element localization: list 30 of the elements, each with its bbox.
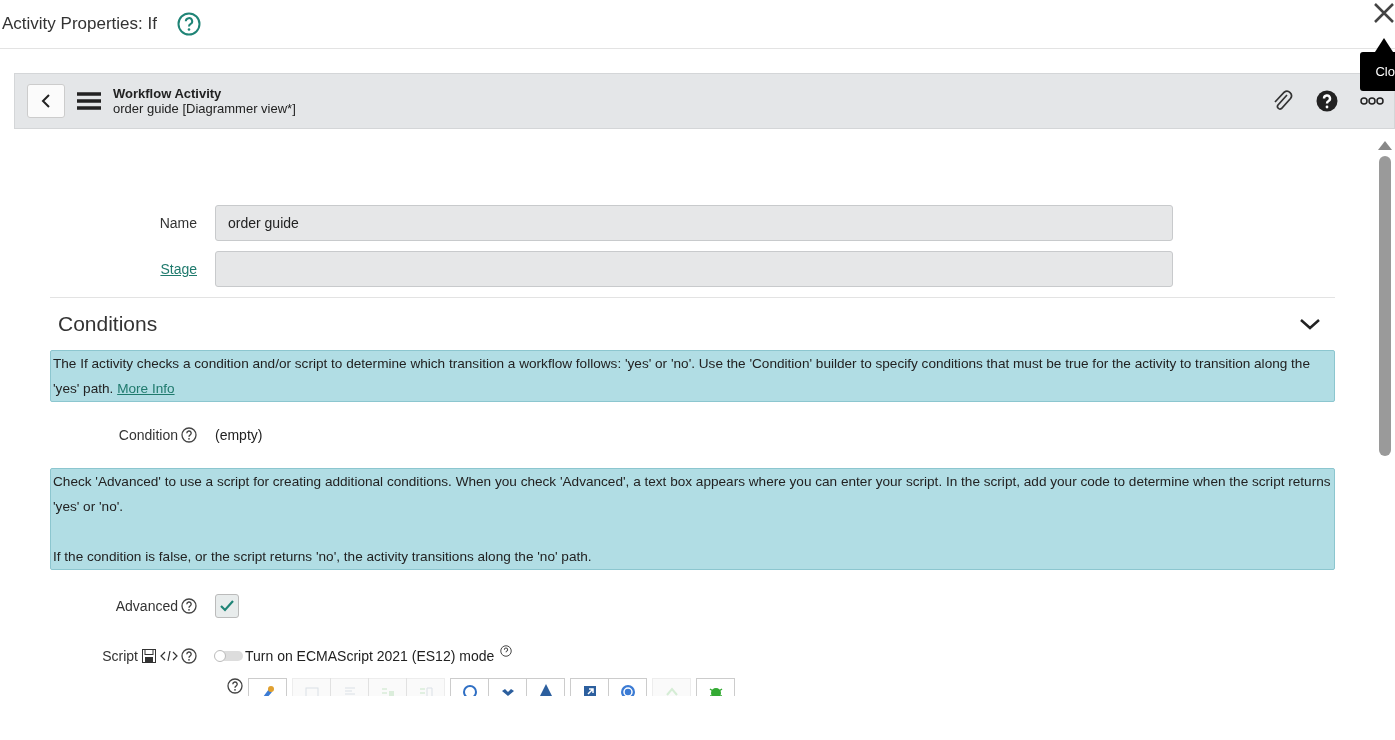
field-label: Condition — [118, 427, 178, 443]
code-icon[interactable] — [160, 651, 178, 661]
text-field[interactable] — [215, 251, 1173, 287]
record-subtitle: order guide [Diagrammer view*] — [113, 101, 297, 116]
info-message: The If activity checks a condition and/or script to determine which transition a workflow follows: 'yes' or 'no'. Use the 'Condition' builder to specify conditions that must be true for the activity to transition along the 'yes' path. More Info — [50, 350, 1335, 402]
tooltip-pointer — [1375, 38, 1393, 52]
field-label: Script — [102, 648, 138, 664]
scrollbar-thumb[interactable] — [1379, 156, 1391, 456]
record-title: Workflow Activity — [113, 86, 223, 101]
more-icon[interactable] — [1360, 97, 1384, 105]
condition-value: (empty) — [215, 427, 263, 443]
field-label-link[interactable]: Stage — [160, 261, 197, 277]
chevron-left-icon — [41, 93, 51, 109]
back-button[interactable] — [27, 84, 65, 118]
info-message: Check 'Advanced' to use a script for creating additional conditions. When you check 'Advanced', a text box appears where you can enter your script. In the script, add your code to determine when the script returns 'yes' or 'no'. If the condition is false, or the script returns 'no', the activity transitions along the 'no' path. — [50, 468, 1335, 570]
chevron-icon[interactable] — [1299, 317, 1321, 331]
menu-icon[interactable] — [77, 91, 101, 111]
text-field[interactable]: order guide — [215, 205, 1173, 241]
close-icon[interactable] — [1373, 2, 1395, 24]
toggle-switch[interactable] — [215, 651, 243, 661]
section-title: Conditions — [58, 312, 158, 336]
scroll-up-icon[interactable] — [1378, 141, 1392, 150]
check-icon — [219, 599, 235, 613]
save-icon[interactable] — [141, 648, 157, 664]
field-label: Name — [159, 215, 197, 231]
dialog-title: Activity Properties: If — [2, 14, 157, 34]
toggle-label: Turn on ECMAScript 2021 (ES12) mode — [245, 648, 495, 664]
field-label: Advanced — [115, 598, 178, 614]
more-info-link[interactable]: More Info — [117, 381, 175, 396]
checkbox[interactable] — [215, 594, 239, 618]
